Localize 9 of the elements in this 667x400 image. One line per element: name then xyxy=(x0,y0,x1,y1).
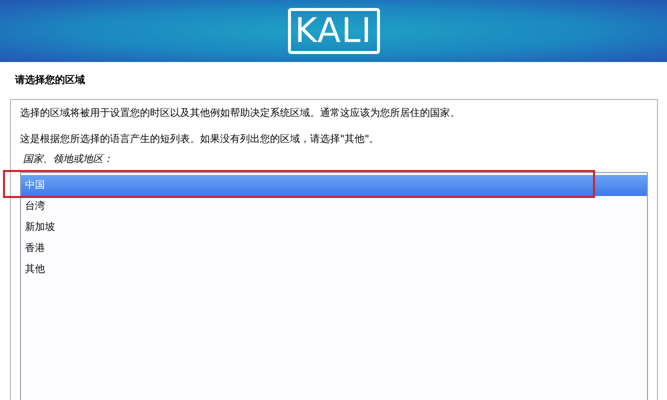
region-option[interactable]: 新加坡 xyxy=(21,217,647,238)
description-text: 这是根据您所选择的语言产生的短列表。如果没有列出您的区域，请选择"其他"。 xyxy=(20,133,380,147)
region-option[interactable]: 台湾 xyxy=(21,196,647,217)
region-option[interactable]: 香港 xyxy=(21,238,647,259)
region-option[interactable]: 其他 xyxy=(21,259,647,280)
page-title: 请选择您的区域 xyxy=(15,74,85,88)
list-label: 国家、领地或地区： xyxy=(23,152,113,167)
logo: KALI xyxy=(288,8,380,54)
description-text: 选择的区域将被用于设置您的时区以及其他例如帮助决定系统区域。通常这应该为您所居住的国家。 xyxy=(20,107,460,121)
